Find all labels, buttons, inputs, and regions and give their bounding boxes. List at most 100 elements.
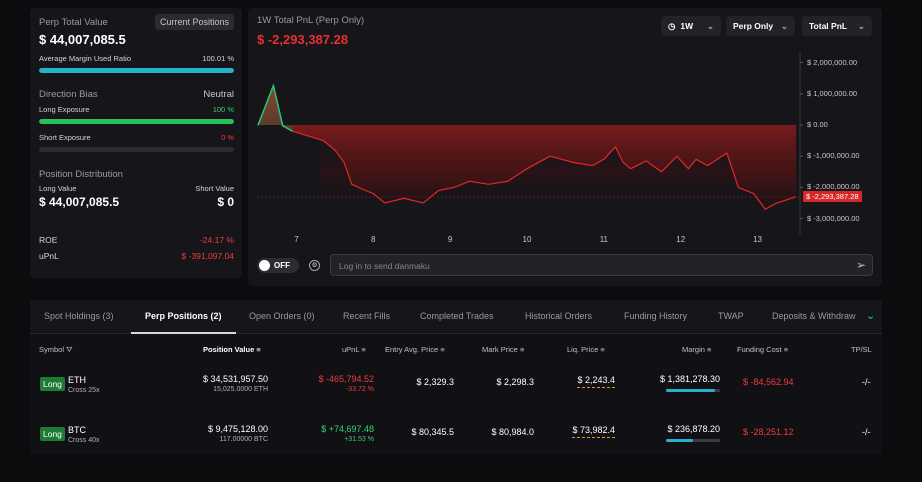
funding-cost: $ -84,562.94 [743, 377, 794, 387]
avg-margin-value: 100.01 % [202, 54, 234, 63]
col-position-value[interactable]: Position Value ≡ [203, 345, 261, 354]
tab-open-orders[interactable]: Open Orders (0) [249, 300, 315, 334]
mark-price: $ 2,298.3 [496, 377, 534, 387]
funding-cost: $ -28,251.12 [743, 427, 794, 437]
danmaku-placeholder: Log in to send danmaku [339, 261, 430, 271]
mark-price: $ 80,984.0 [491, 427, 534, 437]
toggle-label: OFF [274, 261, 290, 270]
perp-total-value: $ 44,007,085.5 [39, 32, 126, 47]
col-liq-price[interactable]: Liq. Price ≡ [567, 345, 605, 354]
leverage-label: Cross 25x [68, 387, 100, 394]
tabs-bar: Spot Holdings (3) Perp Positions (2) Ope… [30, 300, 882, 334]
direction-label: Direction Bias [39, 89, 98, 100]
tab-funding-history[interactable]: Funding History [624, 300, 687, 334]
upnl-value: $ -465,794.52 [318, 374, 374, 384]
upnl-percent: +31.53 % [344, 436, 374, 443]
x-tick-label: 9 [447, 235, 453, 244]
filter-icon: ⛛ [66, 345, 73, 354]
roe-label: ROE [39, 235, 58, 245]
long-exposure-value: 100 % [212, 105, 234, 114]
long-exposure-bar [39, 119, 234, 124]
long-value: $ 44,007,085.5 [39, 195, 120, 209]
margin-bar [666, 389, 720, 392]
roe-value: -24.17 % [199, 235, 234, 245]
sort-icon: ≡ [519, 345, 525, 354]
x-tick-label: 12 [676, 235, 686, 244]
danmaku-toggle[interactable]: OFF [257, 258, 299, 273]
sort-icon: ≡ [440, 345, 445, 354]
tpsl-value[interactable]: -/- [862, 427, 871, 437]
entry-price: $ 2,329.3 [416, 377, 454, 387]
direction-value: Neutral [203, 89, 234, 100]
position-distribution-label: Position Distribution [39, 169, 123, 180]
long-value-label: Long Value [39, 184, 77, 193]
coin-symbol[interactable]: ETH [68, 375, 86, 385]
col-upnl[interactable]: uPnL ≡ [342, 345, 366, 354]
sort-icon: ≡ [783, 345, 789, 354]
current-value-label: $ -2,293,387.28 [803, 191, 862, 202]
y-tick-label: $ -1,000,000.00 [807, 151, 860, 161]
upnl-label: uPnL [39, 251, 59, 261]
position-value: $ 9,475,128.00 [207, 424, 268, 434]
danmaku-input[interactable]: Log in to send danmaku ➢ [330, 254, 873, 276]
current-positions-button[interactable]: Current Positions [154, 14, 234, 30]
short-value: $ 0 [217, 195, 234, 209]
upnl-percent: -33.72 % [345, 386, 374, 393]
long-exposure-label: Long Exposure [39, 105, 90, 114]
tab-spot-holdings[interactable]: Spot Holdings (3) [44, 300, 114, 334]
tab-historical-orders[interactable]: Historical Orders [525, 300, 592, 334]
sort-icon: ≡ [256, 345, 261, 354]
pnl-area-chart[interactable] [248, 8, 882, 286]
col-margin[interactable]: Margin ≡ [682, 345, 711, 354]
y-tick-label: $ 0.00 [807, 120, 828, 129]
coin-symbol[interactable]: BTC [68, 425, 86, 435]
leverage-label: Cross 40x [68, 437, 100, 444]
avg-margin-bar [39, 68, 234, 73]
short-exposure-value: 0 % [221, 133, 234, 142]
y-tick-label: $ 2,000,000.00 [807, 57, 858, 67]
x-tick-label: 11 [599, 235, 608, 244]
y-tick-label: $ 1,000,000.00 [807, 88, 858, 98]
account-summary-panel: Perp Total Value Current Positions $ 44,… [30, 8, 242, 278]
col-symbol[interactable]: Symbol ⛛ [39, 345, 72, 355]
x-tick-label: 13 [753, 235, 763, 244]
liq-price: $ 73,982.4 [572, 425, 615, 438]
positions-table: Symbol ⛛ Position Value ≡ uPnL ≡ Entry A… [30, 334, 882, 454]
table-row[interactable]: Long ETH Cross 25x $ 34,531,957.50 15,02… [30, 368, 882, 414]
sort-icon: ≡ [361, 345, 366, 354]
tab-deposits-withdrawals[interactable]: Deposits & Withdraw [772, 300, 857, 334]
tab-completed-trades[interactable]: Completed Trades [420, 300, 494, 334]
short-exposure-label: Short Exposure [39, 133, 91, 142]
entry-price: $ 80,345.5 [411, 427, 454, 437]
x-tick-label: 10 [522, 235, 532, 244]
tab-twap[interactable]: TWAP [718, 300, 744, 334]
col-mark-price[interactable]: Mark Price ≡ [482, 345, 524, 354]
position-size: 15,025.0000 ETH [213, 386, 268, 393]
tpsl-value[interactable]: -/- [862, 377, 871, 387]
short-value-label: Short Value [195, 184, 234, 193]
tab-perp-positions[interactable]: Perp Positions (2) [131, 300, 236, 334]
col-tpsl: TP/SL [851, 345, 872, 354]
position-size: 117.00000 BTC [219, 436, 268, 443]
side-badge: Long [40, 377, 65, 391]
settings-icon[interactable]: ⚙ [309, 260, 320, 271]
position-value: $ 34,531,957.50 [202, 374, 268, 384]
send-icon[interactable]: ➢ [856, 258, 866, 272]
chevron-down-icon[interactable]: ⌄ [866, 300, 875, 334]
y-tick-label: $ -3,000,000.00 [807, 213, 860, 223]
col-funding-cost[interactable]: Funding Cost ≡ [737, 345, 788, 354]
sort-icon: ≡ [707, 345, 712, 354]
col-entry-price[interactable]: Entry Avg. Price ≡ [385, 345, 445, 354]
table-row[interactable]: Long BTC Cross 40x $ 9,475,128.00 117.00… [30, 418, 882, 464]
tab-recent-fills[interactable]: Recent Fills [343, 300, 390, 334]
short-exposure-bar [39, 147, 234, 152]
x-tick-label: 7 [294, 235, 299, 244]
margin-value: $ 1,381,278.30 [659, 374, 720, 384]
liq-price: $ 2,243.4 [577, 375, 615, 388]
margin-value: $ 236,878.20 [667, 424, 720, 434]
toggle-knob [259, 260, 270, 271]
upnl-value: $ -391,097.04 [181, 251, 234, 261]
avg-margin-label: Average Margin Used Ratio [39, 54, 131, 63]
perp-total-label: Perp Total Value [39, 16, 108, 28]
x-tick-label: 8 [371, 235, 376, 244]
